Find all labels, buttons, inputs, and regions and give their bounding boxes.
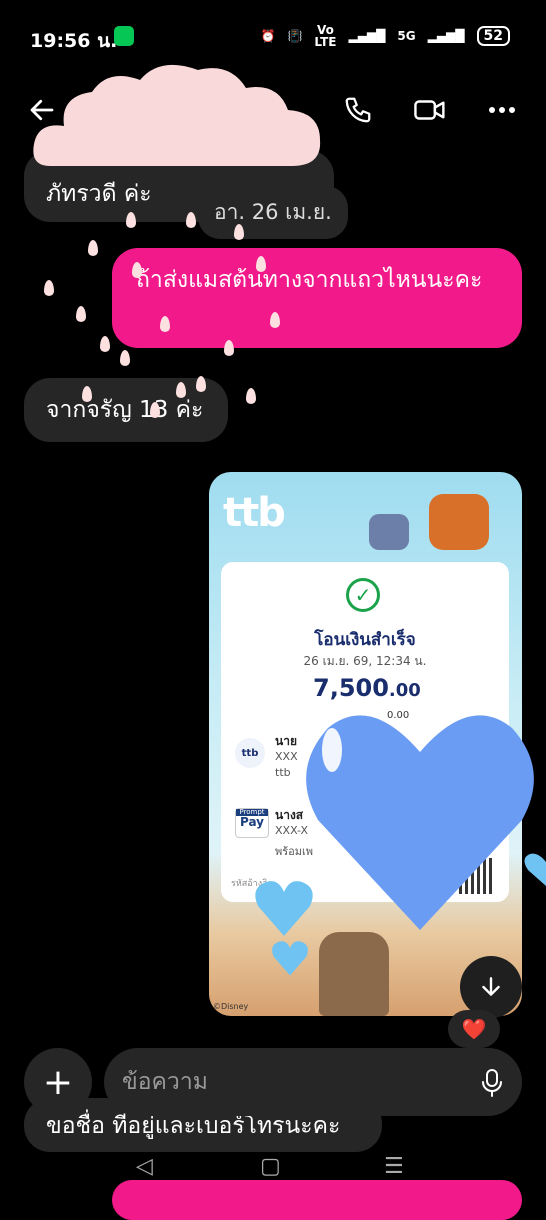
raindrop-decoration xyxy=(120,350,130,366)
cartoon-characters xyxy=(359,484,509,554)
raindrop-decoration xyxy=(234,224,244,240)
raindrop-decoration xyxy=(82,386,92,402)
message-input[interactable]: ข้อความ xyxy=(104,1048,522,1116)
raindrop-decoration xyxy=(150,402,160,418)
nav-recents-button[interactable]: ☰ xyxy=(384,1154,404,1179)
receiver-name: นางส xyxy=(275,808,304,822)
small-heart-sticker xyxy=(255,881,313,936)
raindrop-decoration xyxy=(132,262,142,278)
plus-icon: + xyxy=(42,1061,74,1103)
add-attachment-button[interactable]: + xyxy=(24,1048,92,1116)
microphone-icon[interactable] xyxy=(480,1068,504,1098)
video-icon xyxy=(414,100,445,120)
raindrop-decoration xyxy=(246,388,256,404)
raindrop-decoration xyxy=(160,316,170,332)
signal-icon-2: ▂▄▆█ xyxy=(427,29,465,43)
raindrop-decoration xyxy=(126,212,136,228)
status-icons: ⏰ 📳 Vo LTE ▂▄▆█ 5G ▂▄▆█ 52 xyxy=(261,24,510,48)
line-app-icon xyxy=(114,26,134,46)
bank-logo-ttb: ttb xyxy=(235,738,265,768)
nav-home-button[interactable]: ▢ xyxy=(260,1154,281,1179)
battery-indicator: 52 xyxy=(476,26,510,46)
sender-bank: ttb xyxy=(275,766,291,779)
raindrop-decoration xyxy=(186,212,196,228)
date-separator: อา. 26 เม.ย. xyxy=(198,186,348,239)
phone-icon xyxy=(345,97,371,123)
promptpay-logo: Prompt Pay xyxy=(235,808,269,838)
small-heart-sticker-2 xyxy=(272,941,308,976)
disney-credit: ©Disney xyxy=(213,1002,249,1011)
alarm-icon: ⏰ xyxy=(260,29,276,43)
sender-name: นาย xyxy=(275,734,297,748)
more-icon xyxy=(489,107,515,113)
call-button[interactable] xyxy=(338,90,378,130)
vibrate-icon: 📳 xyxy=(287,29,303,43)
fiveg-indicator: 5G xyxy=(397,29,416,43)
raindrop-decoration xyxy=(224,340,234,356)
signal-icon: ▂▄▆█ xyxy=(348,29,386,43)
message-input-placeholder: ข้อความ xyxy=(122,1069,208,1095)
volte-indicator: Vo LTE xyxy=(314,23,337,49)
raindrop-decoration xyxy=(196,376,206,392)
ttb-logo: ttb xyxy=(223,490,286,536)
transfer-amount: 7,500.00 xyxy=(313,674,421,702)
raindrop-decoration xyxy=(100,336,110,352)
heart-reaction[interactable]: ❤️ xyxy=(448,1010,500,1048)
message-outgoing-1[interactable]: ถ้าส่งแมสต้นทางจากแถวไหนนะคะ xyxy=(112,248,522,348)
edge-heart-sticker xyxy=(524,853,546,886)
message-text: จากจรัญ 13 ค่ะ xyxy=(46,397,204,423)
raindrop-decoration xyxy=(256,256,266,272)
raindrop-decoration xyxy=(88,240,98,256)
arrow-down-icon xyxy=(482,977,500,996)
scroll-to-bottom-button[interactable] xyxy=(460,956,522,1018)
raindrop-decoration xyxy=(176,382,186,398)
blue-heart-sticker xyxy=(306,715,534,930)
check-icon: ✓ xyxy=(346,578,380,612)
message-text: ขอชื่อ ที่อยู่และเบอร์โทรนะคะ xyxy=(46,1113,341,1139)
sloth-character xyxy=(319,932,389,1016)
raindrop-decoration xyxy=(270,312,280,328)
status-time: 19:56 น. xyxy=(30,30,118,52)
cloud-sticker xyxy=(33,64,321,166)
video-call-button[interactable] xyxy=(410,90,450,130)
raindrop-decoration xyxy=(76,306,86,322)
raindrop-decoration xyxy=(44,280,54,296)
sender-account: XXX xyxy=(275,750,298,763)
transfer-datetime: 26 เม.ย. 69, 12:34 น. xyxy=(303,654,427,668)
nav-back-button[interactable]: ◁ xyxy=(136,1154,153,1179)
message-text: ถ้าส่งแมสต้นทางจากแถวไหนนะคะ xyxy=(136,267,483,293)
message-outgoing-partial[interactable] xyxy=(112,1180,522,1220)
more-options-button[interactable] xyxy=(482,90,522,130)
transfer-status: โอนเงินสำเร็จ xyxy=(314,630,416,650)
message-text: ภัทรวดี ค่ะ xyxy=(46,181,152,207)
